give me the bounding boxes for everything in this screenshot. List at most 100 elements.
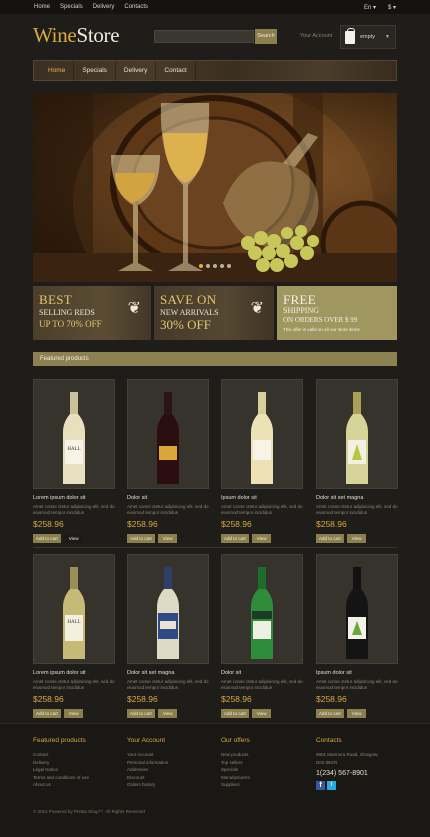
nav-home[interactable]: Home xyxy=(40,60,75,81)
add-to-cart-button[interactable]: Add to cart xyxy=(33,534,61,543)
footer-link[interactable]: Personal information xyxy=(127,759,217,767)
product-card: HALL Lorem ipsum dolor sit Amet conse ct… xyxy=(33,379,115,543)
footer-link[interactable]: Discount xyxy=(127,774,217,782)
top-link-delivery[interactable]: Delivery xyxy=(93,4,115,10)
product-image[interactable] xyxy=(316,554,398,664)
footer-link[interactable]: About us xyxy=(33,781,123,789)
nav-delivery[interactable]: Delivery xyxy=(116,60,157,81)
footer-link[interactable]: Terms and conditions of use xyxy=(33,774,123,782)
footer-link[interactable]: Manufacturers xyxy=(221,774,311,782)
view-button[interactable]: View xyxy=(251,534,272,543)
footer-phone: 1(234) 567-8901 xyxy=(316,770,368,777)
footer-link[interactable]: Suppliers xyxy=(221,781,311,789)
product-price: $258.96 xyxy=(127,694,158,704)
wine-bottle-icon xyxy=(251,567,273,659)
hero-wine-image xyxy=(33,93,397,282)
footer-link[interactable]: Your Account xyxy=(127,751,217,759)
footer-heading: Our offers xyxy=(221,737,250,744)
hero-slider[interactable] xyxy=(33,93,397,282)
view-button[interactable]: View xyxy=(251,709,272,718)
twitter-icon[interactable]: t xyxy=(327,781,336,790)
slider-dot-1[interactable] xyxy=(199,264,203,268)
slider-dot-2[interactable] xyxy=(206,264,210,268)
view-button[interactable]: View xyxy=(63,534,84,543)
nav-contact[interactable]: Contact xyxy=(156,60,196,81)
banner-new-arrivals[interactable]: SAVE ON NEW ARRIVALS 30% OFF ❦ xyxy=(154,286,274,340)
view-button[interactable]: View xyxy=(346,709,367,718)
language-selector[interactable]: En ▾ xyxy=(364,4,376,11)
footer-col-offers: Our offers New products Top sellers Spec… xyxy=(221,737,311,789)
slider-dots xyxy=(199,264,231,268)
footer-link[interactable]: Orders history xyxy=(127,781,217,789)
product-image[interactable]: HALL xyxy=(33,554,115,664)
product-image[interactable] xyxy=(127,554,209,664)
search-input[interactable] xyxy=(154,30,254,43)
product-name[interactable]: Dolor sit set magna xyxy=(316,495,398,501)
product-name[interactable]: Dolor sit xyxy=(221,670,303,676)
top-link-home[interactable]: Home xyxy=(34,4,50,10)
currency-selector[interactable]: $ ▾ xyxy=(388,4,396,11)
product-image[interactable] xyxy=(221,379,303,489)
product-name[interactable]: Lorem ipsum dolor sit xyxy=(33,670,115,676)
view-button[interactable]: View xyxy=(157,709,178,718)
view-button[interactable]: View xyxy=(157,534,178,543)
product-name[interactable]: Ipsum dolor sit xyxy=(221,495,303,501)
footer-heading: Your Account xyxy=(127,737,166,744)
product-name[interactable]: Ipsum dolor sit xyxy=(316,670,398,676)
wine-bottle-icon xyxy=(346,567,368,659)
add-to-cart-button[interactable]: Add to cart xyxy=(221,709,249,718)
logo[interactable]: WineStore xyxy=(33,23,120,48)
product-image[interactable] xyxy=(316,379,398,489)
nav-specials[interactable]: Specials xyxy=(74,60,116,81)
product-price: $258.96 xyxy=(316,519,347,529)
footer-link[interactable]: Contact xyxy=(33,751,123,759)
product-name[interactable]: Lorem ipsum dolor sit xyxy=(33,495,115,501)
footer-link[interactable]: Specials xyxy=(221,766,311,774)
footer-link[interactable]: Addresses xyxy=(127,766,217,774)
shopping-bag-icon xyxy=(345,27,355,44)
product-description: Amet conse ctetur adipisicing elit, sed … xyxy=(127,679,209,690)
slider-dot-3[interactable] xyxy=(213,264,217,268)
footer-link[interactable]: New products xyxy=(221,751,311,759)
add-to-cart-button[interactable]: Add to cart xyxy=(316,709,344,718)
slider-dot-5[interactable] xyxy=(227,264,231,268)
view-button[interactable]: View xyxy=(346,534,367,543)
banner-1-title: BEST xyxy=(39,292,72,307)
product-description: Amet conse ctetur adipisicing elit, sed … xyxy=(33,679,115,690)
product-description: Amet conse ctetur adipisicing elit, sed … xyxy=(33,504,115,515)
add-to-cart-button[interactable]: Add to cart xyxy=(316,534,344,543)
cart-block[interactable]: empty ▼ xyxy=(340,25,396,49)
banner-3-offer: ON ORDERS OVER $ 99 xyxy=(283,316,358,324)
view-button[interactable]: View xyxy=(63,709,84,718)
product-description: Amet conse ctetur adipisicing elit, sed … xyxy=(221,679,303,690)
product-price: $258.96 xyxy=(221,519,252,529)
product-image[interactable] xyxy=(221,554,303,664)
top-link-contacts[interactable]: Contacts xyxy=(124,4,148,10)
footer-link[interactable]: Delivery xyxy=(33,759,123,767)
product-price: $258.96 xyxy=(127,519,158,529)
product-image[interactable]: HALL xyxy=(33,379,115,489)
add-to-cart-button[interactable]: Add to cart xyxy=(221,534,249,543)
product-price: $258.96 xyxy=(33,519,64,529)
add-to-cart-button[interactable]: Add to cart xyxy=(127,534,155,543)
banner-best-selling[interactable]: BEST SELLING REDS UP TO 70% OFF ❦ xyxy=(33,286,151,340)
your-account-link[interactable]: Your Account xyxy=(300,33,332,39)
add-to-cart-button[interactable]: Add to cart xyxy=(33,709,61,718)
footer-link[interactable]: Top sellers xyxy=(221,759,311,767)
wine-bottle-icon: HALL xyxy=(63,567,85,659)
top-link-specials[interactable]: Specials xyxy=(60,4,83,10)
product-card: HALL Lorem ipsum dolor sit Amet conse ct… xyxy=(33,554,115,718)
product-name[interactable]: Dolor sit xyxy=(127,495,209,501)
product-image[interactable] xyxy=(127,379,209,489)
product-name[interactable]: Dolor sit set magna xyxy=(127,670,209,676)
search-button[interactable]: Search xyxy=(255,29,277,44)
footer-address: D04 89GR xyxy=(316,759,338,765)
banner-free-shipping[interactable]: FREE SHIPPING ON ORDERS OVER $ 99 This o… xyxy=(277,286,397,340)
footer-link[interactable]: Legal Notice xyxy=(33,766,123,774)
chevron-down-icon: ▼ xyxy=(385,34,390,40)
banner-2-title: SAVE ON xyxy=(160,292,217,307)
slider-dot-4[interactable] xyxy=(220,264,224,268)
logo-part-wine: Wine xyxy=(33,23,77,47)
add-to-cart-button[interactable]: Add to cart xyxy=(127,709,155,718)
facebook-icon[interactable]: f xyxy=(316,781,325,790)
